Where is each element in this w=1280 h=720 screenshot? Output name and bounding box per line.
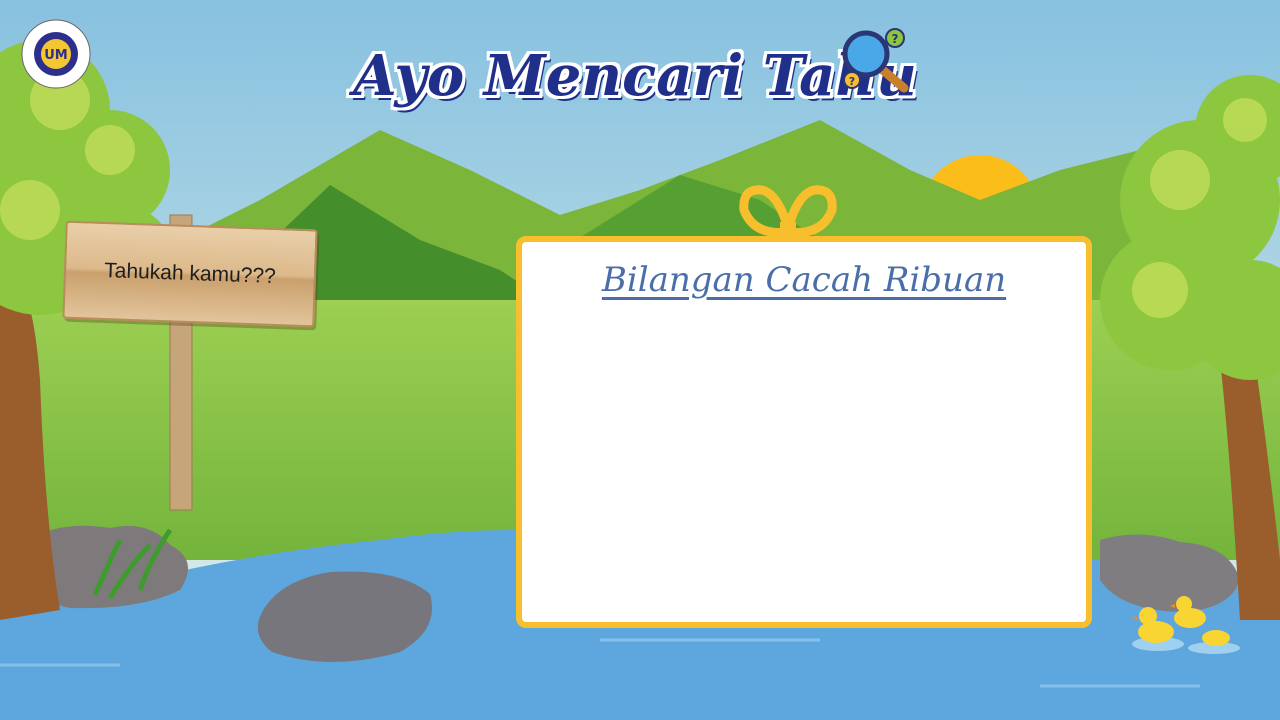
page-title: Ayo Mencari Tahu bbox=[353, 43, 917, 109]
wooden-sign: Tahukah kamu??? bbox=[62, 220, 318, 328]
svg-text:UM: UM bbox=[44, 48, 68, 63]
svg-text:?: ? bbox=[849, 75, 855, 88]
duck-icon bbox=[1128, 592, 1248, 656]
sign-text: Tahukah kamu??? bbox=[103, 259, 277, 288]
magnifier-question-icon: ? ? bbox=[838, 26, 912, 96]
card-title: Bilangan Cacah Ribuan bbox=[601, 260, 1007, 300]
university-logo-icon: UM bbox=[20, 18, 92, 90]
svg-text:?: ? bbox=[892, 32, 899, 46]
ribbon-bow-icon bbox=[736, 180, 840, 242]
content-card: Bilangan Cacah Ribuan bbox=[516, 236, 1092, 628]
